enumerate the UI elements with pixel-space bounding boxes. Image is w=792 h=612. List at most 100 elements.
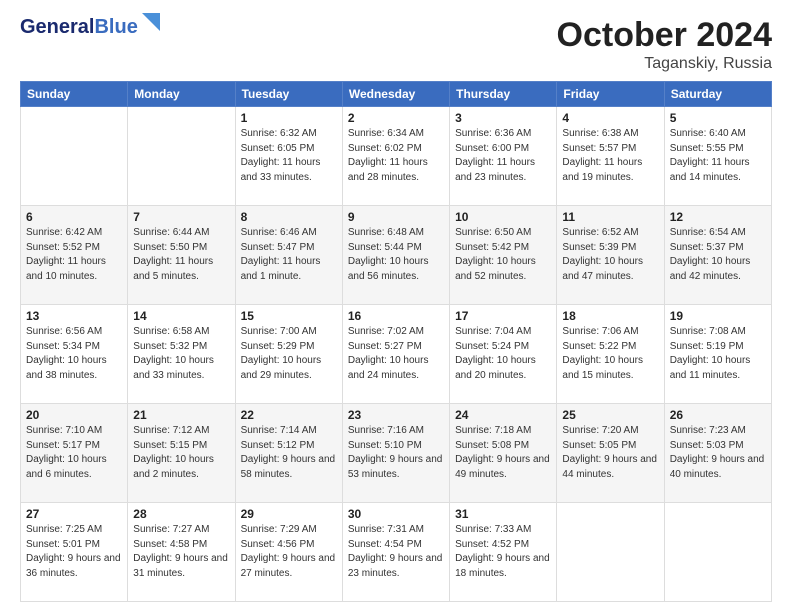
day-number: 8 bbox=[241, 210, 337, 224]
day-cell bbox=[128, 107, 235, 206]
day-detail: Sunrise: 7:06 AMSunset: 5:22 PMDaylight:… bbox=[562, 325, 658, 383]
day-number: 25 bbox=[562, 408, 658, 422]
day-cell: 7 Sunrise: 6:44 AMSunset: 5:50 PMDaylight… bbox=[128, 206, 235, 305]
day-number: 10 bbox=[455, 210, 551, 224]
weekday-header-saturday: Saturday bbox=[664, 82, 771, 107]
day-cell: 12Sunrise: 6:54 AMSunset: 5:37 PMDayligh… bbox=[664, 206, 771, 305]
day-cell: 10 Sunrise: 6:50 AMSunset: 5:42 PMDayligh… bbox=[450, 206, 557, 305]
day-detail: Sunrise: 7:08 AMSunset: 5:19 PMDaylight:… bbox=[670, 325, 766, 383]
day-number: 28 bbox=[133, 507, 229, 521]
day-number: 19 bbox=[670, 309, 766, 323]
day-number: 4 bbox=[562, 111, 658, 125]
day-cell: 26 Sunrise: 7:23 AMSunset: 5:03 PMDayligh… bbox=[664, 404, 771, 503]
day-detail: Sunrise: 6:44 AMSunset: 5:50 PMDaylight:… bbox=[133, 226, 229, 284]
day-number: 21 bbox=[133, 408, 229, 422]
weekday-header-row: SundayMondayTuesdayWednesdayThursdayFrid… bbox=[21, 82, 772, 107]
weekday-header-friday: Friday bbox=[557, 82, 664, 107]
day-detail: Sunrise: 6:52 AMSunset: 5:39 PMDaylight:… bbox=[562, 226, 658, 284]
day-number: 26 bbox=[670, 408, 766, 422]
day-number: 2 bbox=[348, 111, 444, 125]
day-cell: 29 Sunrise: 7:29 AMSunset: 4:56 PMDayligh… bbox=[235, 503, 342, 602]
day-cell: 8 Sunrise: 6:46 AMSunset: 5:47 PMDaylight… bbox=[235, 206, 342, 305]
day-detail: Sunrise: 6:54 AMSunset: 5:37 PMDaylight:… bbox=[670, 226, 766, 284]
week-row-1: 1 Sunrise: 6:32 AMSunset: 6:05 PMDaylight… bbox=[21, 107, 772, 206]
day-number: 9 bbox=[348, 210, 444, 224]
day-number: 11 bbox=[562, 210, 658, 224]
day-cell: 13Sunrise: 6:56 AMSunset: 5:34 PMDayligh… bbox=[21, 305, 128, 404]
day-detail: Sunrise: 7:10 AMSunset: 5:17 PMDaylight:… bbox=[26, 424, 122, 482]
title-block: October 2024 Taganskiy, Russia bbox=[557, 16, 772, 73]
day-cell bbox=[21, 107, 128, 206]
day-detail: Sunrise: 7:16 AMSunset: 5:10 PMDaylight:… bbox=[348, 424, 444, 482]
day-detail: Sunrise: 7:12 AMSunset: 5:15 PMDaylight:… bbox=[133, 424, 229, 482]
day-cell: 2 Sunrise: 6:34 AMSunset: 6:02 PMDaylight… bbox=[342, 107, 449, 206]
logo: GeneralBlue bbox=[20, 16, 160, 38]
day-cell: 27 Sunrise: 7:25 AMSunset: 5:01 PMDayligh… bbox=[21, 503, 128, 602]
day-cell: 6Sunrise: 6:42 AMSunset: 5:52 PMDaylight… bbox=[21, 206, 128, 305]
day-cell: 5Sunrise: 6:40 AMSunset: 5:55 PMDaylight… bbox=[664, 107, 771, 206]
day-detail: Sunrise: 7:00 AMSunset: 5:29 PMDaylight:… bbox=[241, 325, 337, 383]
week-row-2: 6Sunrise: 6:42 AMSunset: 5:52 PMDaylight… bbox=[21, 206, 772, 305]
day-detail: Sunrise: 6:50 AMSunset: 5:42 PMDaylight:… bbox=[455, 226, 551, 284]
day-cell: 1 Sunrise: 6:32 AMSunset: 6:05 PMDaylight… bbox=[235, 107, 342, 206]
day-cell: 3Sunrise: 6:36 AMSunset: 6:00 PMDaylight… bbox=[450, 107, 557, 206]
day-cell: 11 Sunrise: 6:52 AMSunset: 5:39 PMDayligh… bbox=[557, 206, 664, 305]
day-number: 7 bbox=[133, 210, 229, 224]
day-detail: Sunrise: 7:02 AMSunset: 5:27 PMDaylight:… bbox=[348, 325, 444, 383]
day-number: 17 bbox=[455, 309, 551, 323]
day-number: 16 bbox=[348, 309, 444, 323]
day-cell: 19 Sunrise: 7:08 AMSunset: 5:19 PMDayligh… bbox=[664, 305, 771, 404]
day-detail: Sunrise: 7:20 AMSunset: 5:05 PMDaylight:… bbox=[562, 424, 658, 482]
day-number: 24 bbox=[455, 408, 551, 422]
day-detail: Sunrise: 6:38 AMSunset: 5:57 PMDaylight:… bbox=[562, 127, 658, 185]
day-cell: 21 Sunrise: 7:12 AMSunset: 5:15 PMDayligh… bbox=[128, 404, 235, 503]
weekday-header-tuesday: Tuesday bbox=[235, 82, 342, 107]
month-title: October 2024 bbox=[557, 16, 772, 55]
day-number: 29 bbox=[241, 507, 337, 521]
day-number: 14 bbox=[133, 309, 229, 323]
day-detail: Sunrise: 6:58 AMSunset: 5:32 PMDaylight:… bbox=[133, 325, 229, 383]
day-cell: 9Sunrise: 6:48 AMSunset: 5:44 PMDaylight… bbox=[342, 206, 449, 305]
day-cell bbox=[557, 503, 664, 602]
day-cell bbox=[664, 503, 771, 602]
day-detail: Sunrise: 7:04 AMSunset: 5:24 PMDaylight:… bbox=[455, 325, 551, 383]
day-detail: Sunrise: 7:29 AMSunset: 4:56 PMDaylight:… bbox=[241, 523, 337, 581]
day-detail: Sunrise: 7:27 AMSunset: 4:58 PMDaylight:… bbox=[133, 523, 229, 581]
day-cell: 18 Sunrise: 7:06 AMSunset: 5:22 PMDayligh… bbox=[557, 305, 664, 404]
location-subtitle: Taganskiy, Russia bbox=[557, 55, 772, 73]
day-detail: Sunrise: 7:25 AMSunset: 5:01 PMDaylight:… bbox=[26, 523, 122, 581]
week-row-4: 20Sunrise: 7:10 AMSunset: 5:17 PMDayligh… bbox=[21, 404, 772, 503]
day-detail: Sunrise: 7:14 AMSunset: 5:12 PMDaylight:… bbox=[241, 424, 337, 482]
day-detail: Sunrise: 6:56 AMSunset: 5:34 PMDaylight:… bbox=[26, 325, 122, 383]
logo-arrow-icon bbox=[142, 13, 160, 36]
week-row-3: 13Sunrise: 6:56 AMSunset: 5:34 PMDayligh… bbox=[21, 305, 772, 404]
weekday-header-thursday: Thursday bbox=[450, 82, 557, 107]
day-cell: 22Sunrise: 7:14 AMSunset: 5:12 PMDayligh… bbox=[235, 404, 342, 503]
day-detail: Sunrise: 6:34 AMSunset: 6:02 PMDaylight:… bbox=[348, 127, 444, 185]
day-number: 27 bbox=[26, 507, 122, 521]
weekday-header-wednesday: Wednesday bbox=[342, 82, 449, 107]
weekday-header-monday: Monday bbox=[128, 82, 235, 107]
day-cell: 28 Sunrise: 7:27 AMSunset: 4:58 PMDayligh… bbox=[128, 503, 235, 602]
calendar-table: SundayMondayTuesdayWednesdayThursdayFrid… bbox=[20, 81, 772, 602]
day-detail: Sunrise: 7:31 AMSunset: 4:54 PMDaylight:… bbox=[348, 523, 444, 581]
day-detail: Sunrise: 6:46 AMSunset: 5:47 PMDaylight:… bbox=[241, 226, 337, 284]
day-number: 23 bbox=[348, 408, 444, 422]
day-cell: 17 Sunrise: 7:04 AMSunset: 5:24 PMDayligh… bbox=[450, 305, 557, 404]
day-cell: 20Sunrise: 7:10 AMSunset: 5:17 PMDayligh… bbox=[21, 404, 128, 503]
day-number: 31 bbox=[455, 507, 551, 521]
day-cell: 16 Sunrise: 7:02 AMSunset: 5:27 PMDayligh… bbox=[342, 305, 449, 404]
day-detail: Sunrise: 6:42 AMSunset: 5:52 PMDaylight:… bbox=[26, 226, 122, 284]
day-cell: 14 Sunrise: 6:58 AMSunset: 5:32 PMDayligh… bbox=[128, 305, 235, 404]
day-cell: 15Sunrise: 7:00 AMSunset: 5:29 PMDayligh… bbox=[235, 305, 342, 404]
week-row-5: 27 Sunrise: 7:25 AMSunset: 5:01 PMDayligh… bbox=[21, 503, 772, 602]
day-cell: 30Sunrise: 7:31 AMSunset: 4:54 PMDayligh… bbox=[342, 503, 449, 602]
logo-text: GeneralBlue bbox=[20, 16, 138, 38]
day-detail: Sunrise: 7:23 AMSunset: 5:03 PMDaylight:… bbox=[670, 424, 766, 482]
day-number: 18 bbox=[562, 309, 658, 323]
day-detail: Sunrise: 7:33 AMSunset: 4:52 PMDaylight:… bbox=[455, 523, 551, 581]
day-number: 1 bbox=[241, 111, 337, 125]
header: GeneralBlue October 2024 Taganskiy, Russ… bbox=[20, 16, 772, 73]
day-detail: Sunrise: 6:32 AMSunset: 6:05 PMDaylight:… bbox=[241, 127, 337, 185]
day-number: 5 bbox=[670, 111, 766, 125]
